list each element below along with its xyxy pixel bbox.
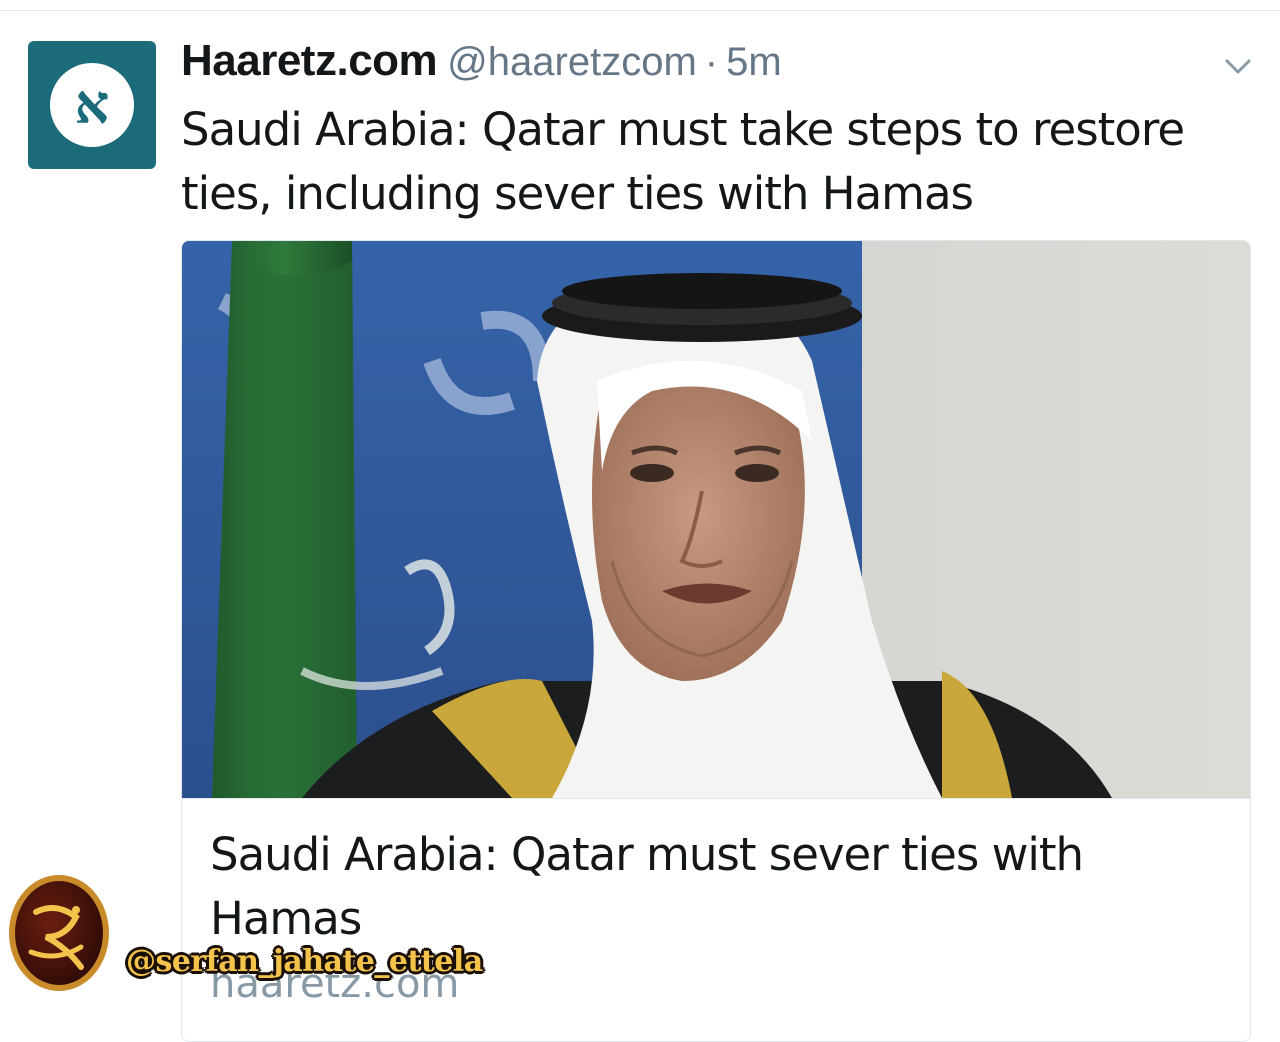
author-avatar[interactable]: א	[28, 41, 156, 169]
watermark: @serfan_jahate_ettela	[0, 868, 500, 1000]
watermark-handle: @serfan_jahate_ettela	[126, 944, 483, 979]
chevron-down-icon	[1225, 59, 1251, 74]
card-image[interactable]	[182, 241, 1250, 798]
haaretz-aleph-logo-icon: א	[50, 63, 134, 147]
author-handle[interactable]: @haaretzcom	[447, 40, 697, 84]
svg-text:א: א	[75, 72, 110, 136]
tweet-menu-button[interactable]	[1222, 52, 1254, 80]
author-name[interactable]: Haaretz.com	[181, 36, 438, 85]
top-divider	[0, 10, 1280, 11]
watermark-logo	[9, 875, 109, 991]
header-separator: ·	[704, 40, 719, 84]
tweet-timestamp[interactable]: 5m	[726, 40, 782, 84]
tweet-text: Saudi Arabia: Qatar must take steps to r…	[181, 103, 1185, 220]
tweet-header: Haaretz.com @haaretzcom · 5m	[181, 36, 782, 86]
card-divider	[182, 798, 1250, 799]
